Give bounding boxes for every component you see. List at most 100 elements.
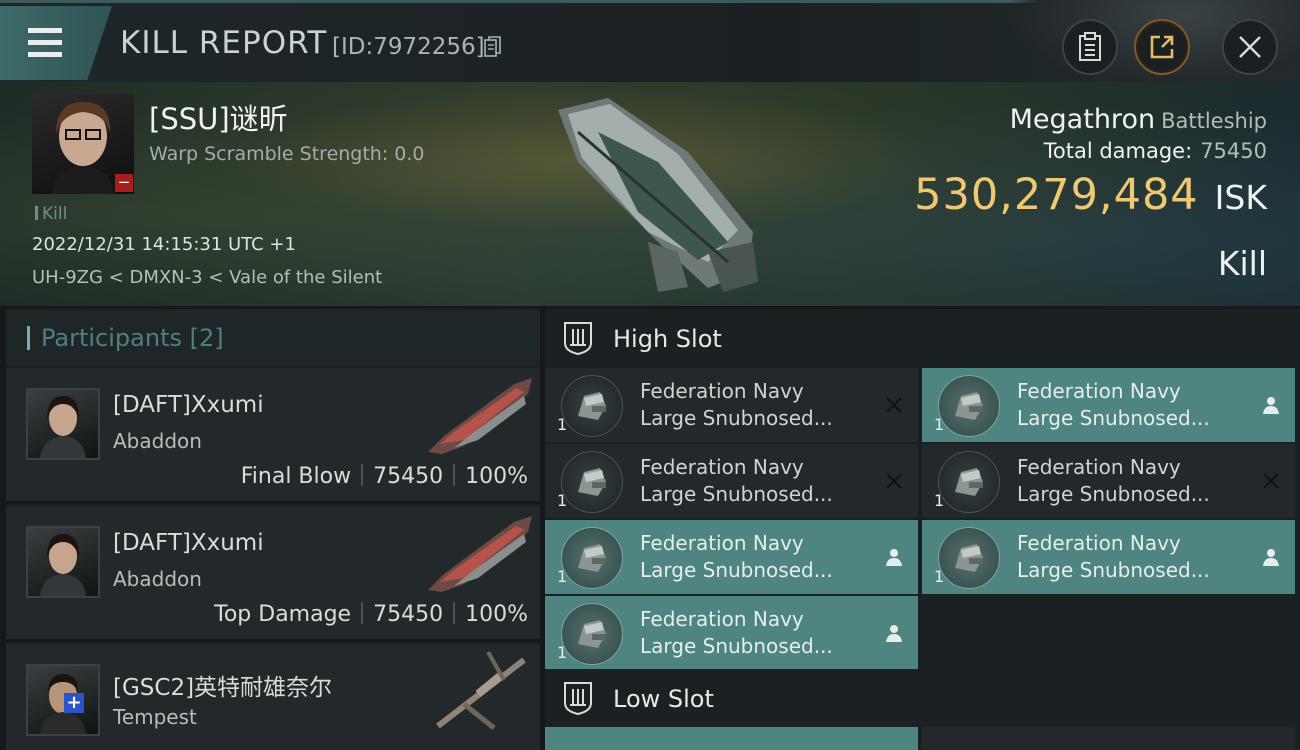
copy-icon[interactable] bbox=[484, 36, 502, 58]
module-name-line1: Federation Navy bbox=[1017, 531, 1181, 555]
participant-card[interactable]: [DAFT]Xxumi Abaddon Final Blow 75450 100% bbox=[6, 368, 540, 504]
participant-damage: 75450 bbox=[373, 464, 444, 489]
module-name-line2: Large Snubnosed... bbox=[1017, 406, 1210, 430]
participants-header: Participants [2] bbox=[6, 309, 540, 366]
module-name-line1: Federation Navy bbox=[640, 455, 804, 479]
module-slot[interactable]: 1 Federation Navy Large Snubnosed... bbox=[922, 520, 1295, 594]
module-name-line1: Federation Navy bbox=[640, 607, 804, 631]
pilot-icon bbox=[1263, 549, 1279, 566]
result-label: Kill bbox=[1217, 244, 1267, 283]
module-slot[interactable]: 1 Federation Navy Large Snubnosed... bbox=[922, 444, 1295, 518]
plus-badge-icon: + bbox=[64, 693, 84, 713]
module-name-line1: Federation Navy bbox=[640, 379, 804, 403]
module-name: Federation Navy Large Snubnosed... bbox=[640, 606, 870, 660]
participant-ship-image bbox=[428, 378, 532, 454]
module-name: Federation Navy Large Snubnosed... bbox=[640, 454, 870, 508]
close-icon bbox=[1239, 36, 1261, 58]
share-icon bbox=[1150, 35, 1174, 59]
low-slot-header: Low Slot bbox=[545, 669, 1300, 729]
participant-percent: 100% bbox=[465, 602, 528, 627]
turret-module-icon bbox=[938, 527, 1000, 589]
participant-role: Final Blow bbox=[240, 464, 352, 489]
module-quantity: 1 bbox=[557, 643, 568, 662]
module-name-line2: Large Snubnosed... bbox=[640, 406, 833, 430]
pilot-icon bbox=[886, 625, 902, 642]
module-name-line1: Federation Navy bbox=[1017, 455, 1181, 479]
victim-ship-line: Megathron Battleship bbox=[1010, 104, 1267, 135]
slot-icon bbox=[564, 322, 592, 355]
clipboard-button[interactable] bbox=[1062, 19, 1118, 75]
participant-ship-image bbox=[436, 651, 526, 730]
module-slot[interactable] bbox=[545, 727, 918, 750]
module-quantity: 1 bbox=[557, 567, 568, 586]
participant-portrait[interactable] bbox=[26, 526, 100, 598]
turret-module-icon bbox=[561, 527, 623, 589]
participant-ship: Tempest bbox=[113, 705, 197, 729]
participant-stats: Top Damage 75450 100% bbox=[214, 602, 528, 627]
module-name-line2: Large Snubnosed... bbox=[1017, 558, 1210, 582]
turret-module-icon bbox=[561, 451, 623, 513]
participant-damage: 75450 bbox=[373, 602, 444, 627]
close-button[interactable] bbox=[1222, 19, 1278, 75]
module-name: Federation Navy Large Snubnosed... bbox=[1017, 454, 1247, 508]
module-name-line1: Federation Navy bbox=[1017, 379, 1181, 403]
participant-ship: Abaddon bbox=[113, 429, 202, 453]
clipboard-icon bbox=[1079, 32, 1101, 61]
participant-stats: Final Blow 75450 100% bbox=[241, 464, 528, 489]
participant-name: [DAFT]Xxumi bbox=[113, 392, 264, 418]
module-name-line2: Large Snubnosed... bbox=[640, 634, 833, 658]
participant-ship-image bbox=[428, 516, 532, 592]
participant-portrait[interactable] bbox=[26, 388, 100, 460]
module-name-line1: Federation Navy bbox=[640, 531, 804, 555]
minus-badge-icon: − bbox=[115, 174, 133, 192]
top-bar: KILL REPORT [ID:7972256] bbox=[0, 0, 1300, 93]
participants-label: Participants [2] bbox=[41, 324, 224, 352]
slot-icon bbox=[564, 682, 592, 715]
module-slot[interactable]: 1 Federation Navy Large Snubnosed... bbox=[545, 444, 918, 518]
victim-banner: − [SSU]谜昕 Warp Scramble Strength: 0.0 Ki… bbox=[0, 82, 1300, 306]
module-name: Federation Navy Large Snubnosed... bbox=[1017, 530, 1247, 584]
module-quantity: 1 bbox=[934, 491, 945, 510]
victim-name[interactable]: [SSU]谜昕 bbox=[149, 96, 288, 138]
participant-name: [DAFT]Xxumi bbox=[113, 530, 264, 556]
module-slot[interactable]: 1 Federation Navy Large Snubnosed... bbox=[545, 596, 918, 670]
participant-card[interactable]: + [GSC2]英特耐雄奈尔 Tempest bbox=[6, 644, 540, 750]
victim-ship-image bbox=[558, 98, 758, 292]
fitting-panel: High Slot 1 Federation Navy Large Snubnose… bbox=[545, 309, 1300, 750]
participants-panel: Participants [2] [DAFT]Xxumi Abaddon Fin… bbox=[6, 309, 540, 750]
module-name: Federation Navy Large Snubnosed... bbox=[640, 530, 870, 584]
victim-ship-name[interactable]: Megathron bbox=[1010, 104, 1155, 135]
turret-module-icon bbox=[561, 603, 623, 665]
menu-button[interactable] bbox=[0, 6, 112, 80]
share-button[interactable] bbox=[1134, 19, 1190, 75]
warp-scramble-label: Warp Scramble Strength: 0.0 bbox=[149, 143, 425, 165]
module-slot[interactable] bbox=[922, 727, 1295, 750]
module-name-line2: Large Snubnosed... bbox=[1017, 482, 1210, 506]
kill-tag: Kill bbox=[35, 204, 67, 224]
module-slot[interactable]: 1 Federation Navy Large Snubnosed... bbox=[545, 520, 918, 594]
participant-role: Top Damage bbox=[214, 602, 352, 627]
victim-ship-class: Battleship bbox=[1161, 109, 1267, 133]
participant-ship: Abaddon bbox=[113, 567, 202, 591]
module-quantity: 1 bbox=[557, 415, 568, 434]
participant-portrait[interactable] bbox=[26, 664, 100, 736]
module-quantity: 1 bbox=[557, 491, 568, 510]
participant-name: [GSC2]英特耐雄奈尔 bbox=[113, 675, 333, 701]
module-name-line2: Large Snubnosed... bbox=[640, 558, 833, 582]
high-slot-header: High Slot bbox=[545, 309, 1300, 369]
pilot-icon bbox=[1263, 397, 1279, 414]
module-slot[interactable]: 1 Federation Navy Large Snubnosed... bbox=[545, 368, 918, 442]
destroyed-x-icon bbox=[1263, 473, 1279, 489]
module-name-line2: Large Snubnosed... bbox=[640, 482, 833, 506]
module-slot[interactable]: 1 Federation Navy Large Snubnosed... bbox=[922, 368, 1295, 442]
turret-module-icon bbox=[938, 451, 1000, 513]
module-name: Federation Navy Large Snubnosed... bbox=[640, 378, 870, 432]
kill-location[interactable]: UH-9ZG < DMXN-3 < Vale of the Silent bbox=[32, 267, 382, 288]
destroyed-x-icon bbox=[886, 473, 902, 489]
isk-value: 530,279,484 ISK bbox=[914, 170, 1267, 220]
participant-card[interactable]: [DAFT]Xxumi Abaddon Top Damage 75450 100% bbox=[6, 506, 540, 642]
low-slot-label: Low Slot bbox=[613, 685, 714, 713]
module-name: Federation Navy Large Snubnosed... bbox=[1017, 378, 1247, 432]
module-quantity: 1 bbox=[934, 567, 945, 586]
destroyed-x-icon bbox=[886, 397, 902, 413]
